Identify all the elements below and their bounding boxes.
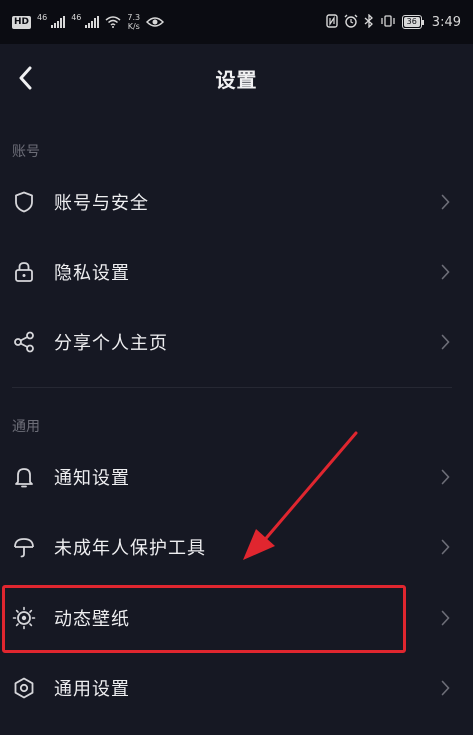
speed-unit: K/s <box>127 22 140 31</box>
menu-item-label: 账号与安全 <box>54 193 149 214</box>
hd-badge: HD <box>12 15 32 29</box>
nfc-icon <box>325 13 338 32</box>
menu-item-minor-protection[interactable]: 未成年人保护工具 <box>0 514 473 580</box>
page-title: 设置 <box>215 68 258 92</box>
network-type-1: 46 <box>37 12 48 22</box>
section-divider <box>12 387 452 388</box>
menu-item-label: 通用设置 <box>54 679 130 700</box>
battery-level: 36 <box>403 17 420 27</box>
menu-item-label: 未成年人保护工具 <box>54 538 206 559</box>
menu-item-label: 隐私设置 <box>54 263 130 284</box>
menu-item-live-wallpaper[interactable]: 动态壁纸 <box>0 585 473 651</box>
share-icon <box>12 330 36 354</box>
chevron-right-icon <box>439 609 451 627</box>
shield-icon <box>12 190 36 214</box>
clock: 3:49 <box>431 14 461 30</box>
chevron-right-icon <box>439 468 451 486</box>
alarm-icon <box>344 13 358 32</box>
status-right: 36 3:49 <box>325 10 461 34</box>
menu-item-notifications[interactable]: 通知设置 <box>0 444 473 510</box>
menu-item-general-settings[interactable]: 通用设置 <box>0 655 473 721</box>
menu-item-label: 通知设置 <box>54 468 130 489</box>
speed-value: 7.3 <box>127 13 141 22</box>
section-label-account: 账号 <box>12 144 40 160</box>
chevron-right-icon <box>439 263 451 281</box>
bell-icon <box>12 465 36 489</box>
chevron-right-icon <box>439 193 451 211</box>
lock-icon <box>12 260 36 284</box>
eye-icon <box>146 13 165 32</box>
menu-item-share-profile[interactable]: 分享个人主页 <box>0 309 473 375</box>
vibrate-icon <box>380 13 396 32</box>
hexagon-icon <box>12 676 36 700</box>
status-left: HD 46 46 7.3 K/s <box>12 10 165 34</box>
bluetooth-icon <box>364 12 374 32</box>
chevron-right-icon <box>439 333 451 351</box>
signal-icon <box>51 13 66 32</box>
wallpaper-icon <box>12 606 36 630</box>
header: 设置 <box>0 44 473 114</box>
status-bar: HD 46 46 7.3 K/s 36 3:49 <box>0 0 473 44</box>
network-type-2: 46 <box>71 12 82 22</box>
network-speed: 7.3 K/s <box>127 13 140 31</box>
section-label-general: 通用 <box>12 419 40 435</box>
battery-icon: 36 <box>401 15 422 29</box>
signal-icon <box>85 13 100 32</box>
menu-item-label: 动态壁纸 <box>54 609 130 630</box>
wifi-icon <box>105 13 121 32</box>
menu-item-label: 分享个人主页 <box>54 333 168 354</box>
menu-item-account-security[interactable]: 账号与安全 <box>0 169 473 235</box>
chevron-right-icon <box>439 679 451 697</box>
menu-item-privacy[interactable]: 隐私设置 <box>0 239 473 305</box>
umbrella-icon <box>12 535 36 559</box>
chevron-right-icon <box>439 538 451 556</box>
